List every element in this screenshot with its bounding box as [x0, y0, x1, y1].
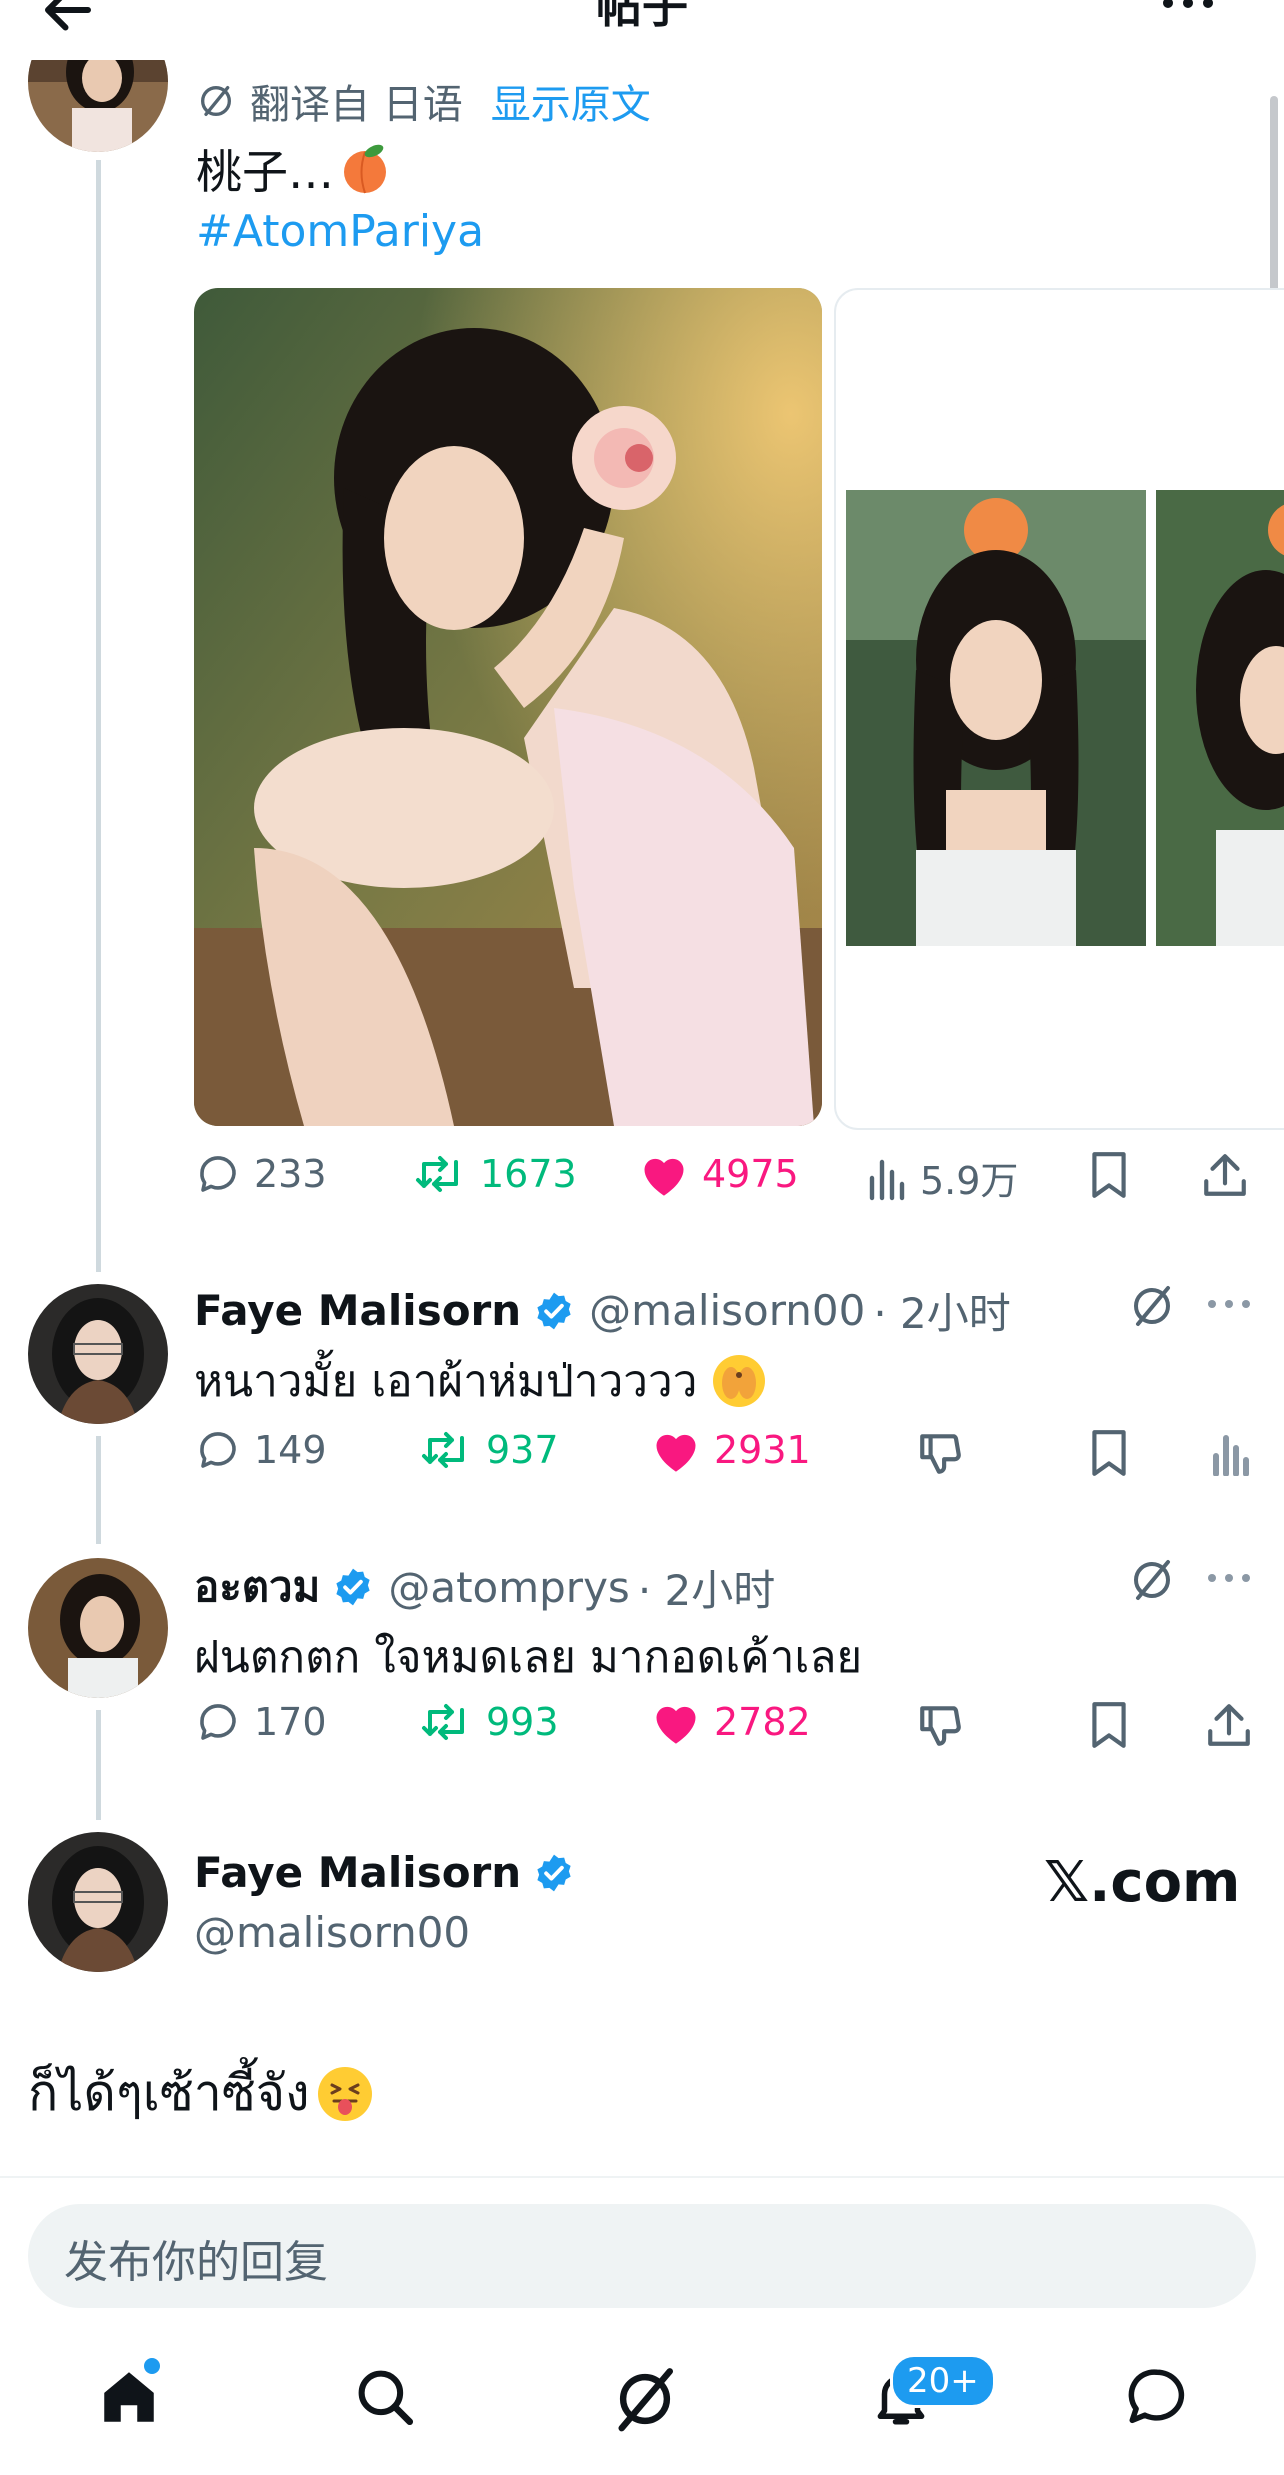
reply-icon	[194, 1426, 242, 1474]
x-com-watermark: 𝕏.com	[1044, 1850, 1241, 1915]
author-handle[interactable]: @malisorn00	[589, 1286, 865, 1335]
more-icon[interactable]	[1158, 0, 1218, 18]
post-photo[interactable]	[846, 490, 1146, 946]
reply-placeholder: 发布你的回复	[64, 2237, 328, 2288]
divider	[0, 2176, 1284, 2178]
bookmark-icon[interactable]	[1086, 1700, 1132, 1750]
author-handle[interactable]: @atomprys	[388, 1563, 629, 1612]
bookmark-icon[interactable]	[1086, 1150, 1132, 1200]
avatar[interactable]	[28, 1558, 168, 1698]
share-icon[interactable]	[1204, 1700, 1254, 1750]
thread-line	[96, 1710, 101, 1820]
reply-button[interactable]: 149	[194, 1426, 327, 1474]
like-icon	[650, 1426, 702, 1474]
like-icon	[650, 1698, 702, 1746]
author-name[interactable]: Faye Malisorn	[194, 1286, 521, 1335]
repost-button[interactable]: 937	[418, 1426, 559, 1474]
peach-emoji-icon	[338, 142, 392, 196]
messages-icon[interactable]	[1124, 2364, 1190, 2430]
reply-icon	[194, 1698, 242, 1746]
like-button[interactable]: 2782	[650, 1698, 811, 1746]
dislike-icon[interactable]	[916, 1700, 966, 1750]
tweet-text: ก็ได้ๆเซ้าซี้จัง	[28, 2064, 310, 2122]
more-icon[interactable]	[1206, 1570, 1252, 1586]
dislike-icon[interactable]	[916, 1428, 966, 1478]
like-button[interactable]: 4975	[638, 1150, 799, 1198]
search-icon[interactable]	[352, 2364, 418, 2430]
post-photo-card[interactable]	[834, 288, 1284, 1130]
like-button[interactable]: 2931	[650, 1426, 811, 1474]
views-button[interactable]: 5.9万	[866, 1150, 1018, 1205]
page-title: 帖子	[596, 0, 688, 33]
translate-label: 翻译自 日语	[250, 82, 463, 128]
top-bar: 帖子	[0, 0, 1284, 60]
repost-icon	[418, 1698, 474, 1746]
like-count: 2782	[714, 1700, 811, 1744]
reply-count: 149	[254, 1428, 327, 1472]
repost-count: 937	[486, 1428, 559, 1472]
translate-icon	[196, 81, 236, 121]
like-count: 2931	[714, 1428, 811, 1472]
grok-icon[interactable]	[610, 2364, 680, 2434]
share-icon[interactable]	[1200, 1150, 1250, 1200]
notifications-badge: 20+	[890, 2354, 996, 2408]
grok-icon[interactable]	[1128, 1556, 1176, 1604]
author-name[interactable]: อะตวม	[194, 1554, 320, 1620]
repost-button[interactable]: 993	[418, 1698, 559, 1746]
thread-line	[96, 160, 101, 1272]
repost-icon	[412, 1150, 468, 1198]
hashtag-link[interactable]: #AtomPariya	[196, 206, 484, 257]
repost-button[interactable]: 1673	[412, 1150, 577, 1198]
reply-count: 233	[254, 1152, 327, 1196]
post-text: 桃子…	[196, 145, 334, 199]
tongue-face-emoji-icon	[316, 2065, 374, 2123]
verified-icon	[533, 1852, 575, 1894]
avatar[interactable]	[28, 1284, 168, 1424]
peeking-face-emoji-icon	[711, 1353, 767, 1409]
like-count: 4975	[702, 1152, 799, 1196]
home-notification-dot	[144, 2358, 160, 2374]
views-icon[interactable]	[1210, 1432, 1250, 1476]
show-original-link[interactable]: 显示原文	[491, 72, 651, 130]
reply-count: 170	[254, 1700, 327, 1744]
repost-count: 993	[486, 1700, 559, 1744]
avatar[interactable]	[28, 1832, 168, 1972]
post-time: · 2小时	[637, 1565, 776, 1615]
author-handle[interactable]: @malisorn00	[194, 1908, 470, 1957]
verified-icon	[332, 1566, 374, 1608]
more-icon[interactable]	[1206, 1296, 1252, 1312]
bookmark-icon[interactable]	[1086, 1428, 1132, 1478]
verified-icon	[533, 1290, 575, 1332]
reply-button[interactable]: 170	[194, 1698, 327, 1746]
reply-icon	[194, 1150, 242, 1198]
repost-count: 1673	[480, 1152, 577, 1196]
tweet-text: ฝนตกตก ใจหมดเลย มากอดเค้าเลย	[194, 1632, 863, 1683]
views-icon	[866, 1154, 908, 1202]
post-photo[interactable]	[194, 288, 822, 1126]
post-photo[interactable]	[1156, 490, 1284, 946]
thread-line	[96, 1436, 101, 1544]
reply-button[interactable]: 233	[194, 1150, 327, 1198]
views-count: 5.9万	[920, 1159, 1019, 1203]
repost-icon	[418, 1426, 474, 1474]
author-name[interactable]: Faye Malisorn	[194, 1848, 521, 1897]
grok-icon[interactable]	[1128, 1282, 1176, 1330]
like-icon	[638, 1150, 690, 1198]
post-time: · 2小时	[873, 1289, 1011, 1338]
tweet-text: หนาวมั้ย เอาผ้าห่มป่าวววว	[194, 1356, 698, 1407]
